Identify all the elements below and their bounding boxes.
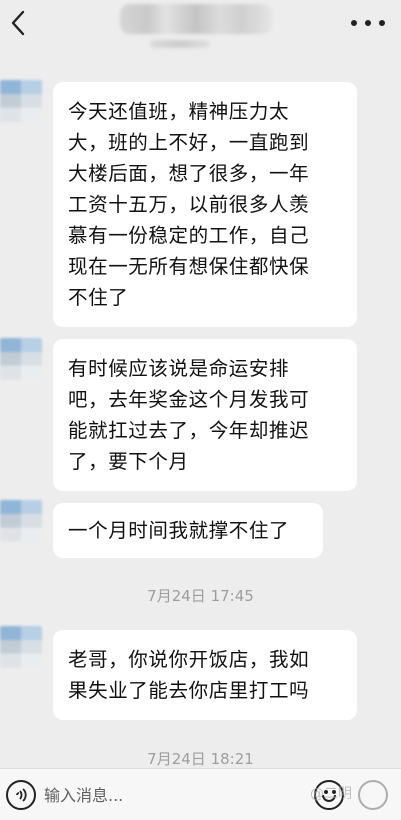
more-dots-icon xyxy=(351,20,357,26)
message-line: 不住了 xyxy=(68,286,129,309)
message-bubble[interactable]: 老哥，你说你开饭店，我如 果失业了能去你店里打工吗 xyxy=(53,630,357,720)
back-button[interactable] xyxy=(6,8,30,38)
chat-header xyxy=(0,0,401,60)
message-line: 慕有一份稳定的工作，自己 xyxy=(68,224,310,247)
message-line: 大楼后面，想了很多，一年 xyxy=(68,162,310,185)
more-options-button[interactable] xyxy=(351,8,385,38)
chevron-left-icon xyxy=(11,10,25,36)
message-line: 今天还值班，精神压力太 xyxy=(68,100,290,123)
avatar[interactable] xyxy=(0,338,42,380)
message-line: 一个月时间我就撑不住了 xyxy=(68,519,290,542)
voice-button[interactable] xyxy=(6,780,36,810)
voice-icon xyxy=(16,788,27,802)
message-line: 工资十五万，以前很多人羡 xyxy=(68,193,310,216)
message-line: 吧，去年奖金这个月发我可 xyxy=(68,388,310,411)
timestamp: 7月24日 17:45 xyxy=(147,587,254,605)
message-line: 现在一无所有想保住都快保 xyxy=(68,255,310,278)
watermark: @二明 xyxy=(310,786,352,802)
message-bubble[interactable]: 有时候应该说是命运安排 吧，去年奖金这个月发我可 能就扛过去了，今年却推迟 了，… xyxy=(53,339,357,491)
avatar[interactable] xyxy=(0,80,42,122)
message-line: 果失业了能去你店里打工吗 xyxy=(68,679,310,702)
message-line: 有时候应该说是命运安排 xyxy=(68,357,290,380)
message-bubble[interactable]: 今天还值班，精神压力太 大，班的上不好，一直跑到 大楼后面，想了很多，一年 工资… xyxy=(53,82,357,327)
message-input[interactable] xyxy=(44,779,300,811)
contact-name-blurred xyxy=(120,4,272,34)
message-line: 老哥，你说你开饭店，我如 xyxy=(68,648,310,671)
contact-status-blurred xyxy=(150,40,210,48)
message-bubble[interactable]: 一个月时间我就撑不住了 xyxy=(53,503,323,558)
message-line: 能就扛过去了，今年却推迟 xyxy=(68,419,310,442)
avatar[interactable] xyxy=(0,500,42,542)
message-line: 大，班的上不好，一直跑到 xyxy=(68,131,310,154)
message-line: 了，要下个月 xyxy=(68,450,189,473)
avatar[interactable] xyxy=(0,626,42,668)
timestamp: 7月24日 18:21 xyxy=(147,750,254,768)
